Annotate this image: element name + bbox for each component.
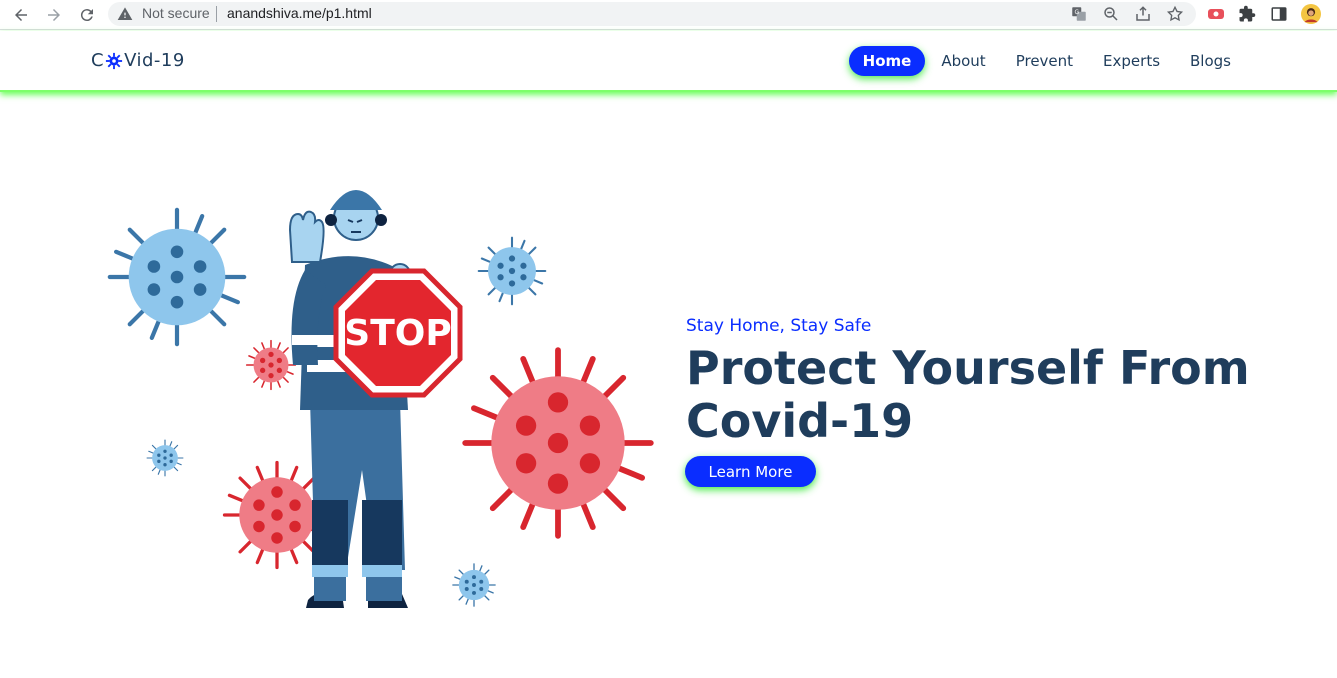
browser-toolbar: Not secure anandshiva.me/p1.html G — [0, 0, 1337, 30]
reload-icon[interactable] — [76, 4, 98, 26]
nav-blogs[interactable]: Blogs — [1176, 46, 1245, 76]
hero-headline-line2: Covid-19 — [686, 394, 914, 448]
warning-icon[interactable] — [117, 6, 133, 22]
forward-arrow-icon[interactable] — [43, 4, 65, 26]
stop-sign-text: STOP — [344, 313, 451, 354]
virus-gear-icon — [105, 52, 123, 69]
hero-headline-line1: Protect Yourself From — [686, 341, 1250, 395]
extension-badge-icon[interactable] — [1206, 4, 1226, 24]
puzzle-icon[interactable] — [1237, 4, 1257, 24]
virus-blue-large-icon — [110, 210, 244, 344]
profile-avatar[interactable] — [1301, 4, 1321, 24]
nav-about[interactable]: About — [927, 46, 999, 76]
learn-more-button[interactable]: Learn More — [685, 456, 816, 487]
url-text[interactable]: anandshiva.me/p1.html — [227, 5, 372, 21]
security-label[interactable]: Not secure — [142, 5, 210, 21]
share-icon[interactable] — [1134, 5, 1152, 23]
svg-text:G: G — [1075, 9, 1080, 16]
zoom-icon[interactable] — [1102, 5, 1120, 23]
translate-icon[interactable]: G — [1070, 5, 1088, 23]
virus-blue-tiny-icon — [452, 563, 496, 607]
sidepanel-icon[interactable] — [1269, 4, 1289, 24]
address-bar[interactable]: Not secure anandshiva.me/p1.html G — [108, 2, 1196, 26]
site-navbar: C Vid-19 Home About Prevent Experts Blog… — [0, 31, 1337, 92]
omnibox-divider — [216, 6, 217, 22]
nav-prevent[interactable]: Prevent — [1002, 46, 1087, 76]
virus-blue-small-icon — [146, 439, 184, 477]
hero-illustration: STOP — [100, 190, 660, 608]
hero-tagline: Stay Home, Stay Safe — [686, 316, 872, 336]
brand-suffix: Vid-19 — [124, 50, 185, 71]
virus-blue-medium-icon — [477, 236, 547, 306]
main-menu: Home About Prevent Experts Blogs — [848, 46, 1245, 76]
brand-prefix: C — [91, 50, 105, 71]
stop-sign: STOP — [333, 268, 463, 398]
nav-experts[interactable]: Experts — [1089, 46, 1174, 76]
hero-headline: Protect Yourself From Covid-19 — [686, 342, 1306, 448]
bookmark-star-icon[interactable] — [1166, 5, 1184, 23]
virus-red-small-icon — [245, 339, 297, 391]
virus-red-large-icon — [465, 350, 651, 536]
nav-home[interactable]: Home — [848, 46, 926, 76]
back-arrow-icon[interactable] — [10, 4, 32, 26]
brand-logo[interactable]: C Vid-19 — [91, 50, 185, 71]
